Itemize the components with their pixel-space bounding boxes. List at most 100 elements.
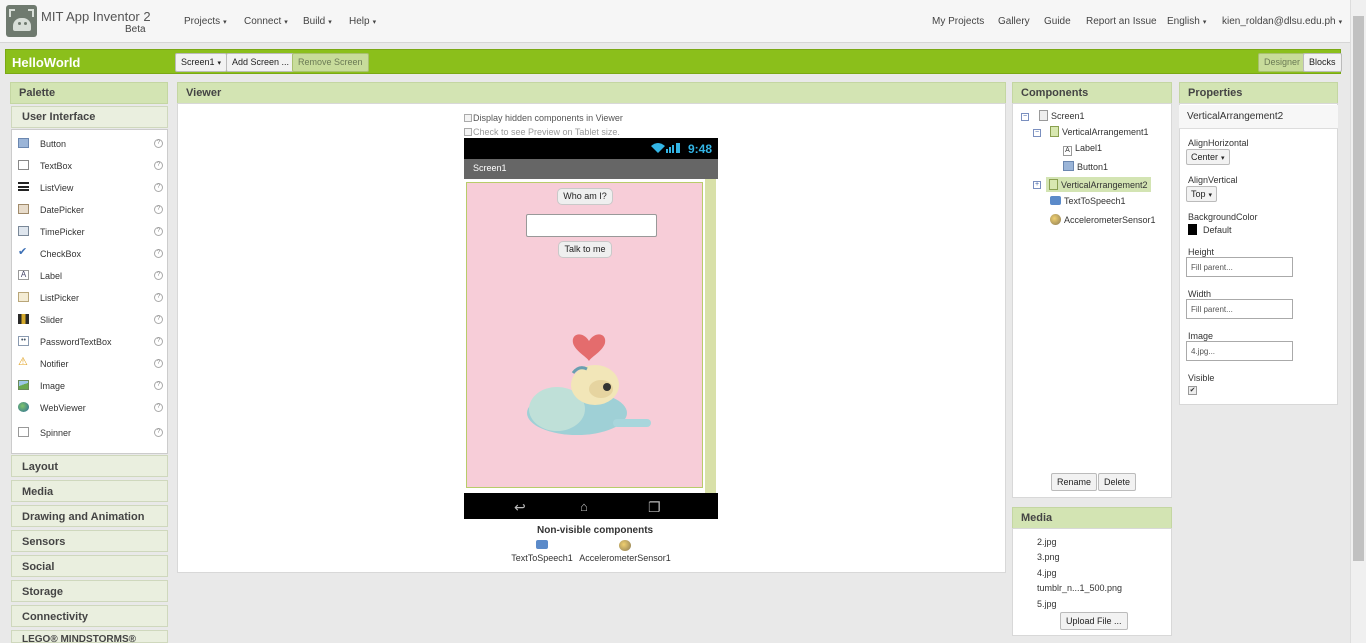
upload-file-button[interactable]: Upload File ...: [1060, 612, 1128, 630]
palette-item-textbox[interactable]: TextBox ?: [12, 155, 167, 175]
palette-category-lego[interactable]: LEGO® MINDSTORMS®: [11, 630, 168, 643]
help-icon[interactable]: ?: [154, 161, 163, 170]
palette-category-layout[interactable]: Layout: [11, 455, 168, 477]
help-icon[interactable]: ?: [154, 428, 163, 437]
nonvisible-accelerometer[interactable]: AccelerometerSensor1: [578, 540, 672, 563]
tree-accelerometersensor1[interactable]: AccelerometerSensor1: [1050, 214, 1156, 225]
visible-checkbox[interactable]: ✔: [1188, 386, 1197, 395]
palette-item-webviewer[interactable]: WebViewer ?: [12, 397, 167, 417]
designer-button[interactable]: Designer: [1258, 53, 1307, 72]
tree-screen1[interactable]: Screen1: [1039, 110, 1085, 121]
tree-verticalarrangement2[interactable]: VerticalArrangement2: [1046, 177, 1151, 192]
android-nav-bar: ↩ ⌂ ❐: [464, 493, 718, 519]
help-icon[interactable]: ?: [154, 403, 163, 412]
palette-category-connectivity[interactable]: Connectivity: [11, 605, 168, 627]
palette-item-slider[interactable]: Slider ?: [12, 309, 167, 329]
chevron-down-icon: ▾: [1202, 19, 1207, 26]
textbox-icon: [18, 160, 29, 170]
height-field[interactable]: Fill parent...: [1186, 257, 1293, 277]
scrollbar-thumb[interactable]: [1353, 16, 1364, 561]
media-file[interactable]: 4.jpg: [1037, 568, 1057, 578]
app-inventor-logo-icon[interactable]: [6, 5, 37, 37]
media-file[interactable]: tumblr_n...1_500.png: [1037, 583, 1122, 593]
help-icon[interactable]: ?: [154, 139, 163, 148]
palette-item-checkbox[interactable]: ✔ CheckBox ?: [12, 243, 167, 263]
help-icon[interactable]: ?: [154, 381, 163, 390]
image-field[interactable]: 4.jpg...: [1186, 341, 1293, 361]
help-icon[interactable]: ?: [154, 227, 163, 236]
link-guide[interactable]: Guide: [1044, 16, 1071, 27]
menu-build[interactable]: Build ▾: [303, 16, 332, 27]
tree-verticalarrangement1[interactable]: VerticalArrangement1: [1050, 126, 1149, 137]
palette-item-passwordtextbox[interactable]: •• PasswordTextBox ?: [12, 331, 167, 351]
palette-category-drawing[interactable]: Drawing and Animation: [11, 505, 168, 527]
palette-category-social[interactable]: Social: [11, 555, 168, 577]
help-icon[interactable]: ?: [154, 183, 163, 192]
tablet-preview-toggle[interactable]: Check to see Preview on Tablet size.: [464, 127, 620, 137]
media-file[interactable]: 3.png: [1037, 552, 1060, 562]
palette-item-notifier[interactable]: ⚠ Notifier ?: [12, 353, 167, 373]
slider-icon: [18, 314, 29, 324]
palette-item-listview[interactable]: ListView ?: [12, 177, 167, 197]
link-gallery[interactable]: Gallery: [998, 16, 1030, 27]
spinner-icon: [18, 427, 29, 437]
backgroundcolor-picker[interactable]: Default: [1188, 224, 1232, 235]
blocks-button[interactable]: Blocks: [1303, 53, 1342, 72]
alignvertical-select[interactable]: Top ▾: [1186, 186, 1218, 202]
menu-projects[interactable]: Projects ▾: [184, 16, 227, 27]
hidden-components-toggle[interactable]: Display hidden components in Viewer: [464, 113, 623, 123]
language-menu[interactable]: English ▾: [1167, 16, 1206, 27]
help-icon[interactable]: ?: [154, 293, 163, 302]
palette-category-user-interface[interactable]: User Interface: [11, 106, 168, 128]
palette-item-datepicker[interactable]: DatePicker ?: [12, 199, 167, 219]
remove-screen-button[interactable]: Remove Screen: [292, 53, 369, 72]
phone-scrollbar[interactable]: [705, 179, 716, 493]
tree-button1[interactable]: Button1: [1063, 161, 1108, 172]
help-icon[interactable]: ?: [154, 337, 163, 346]
menu-connect[interactable]: Connect ▾: [244, 16, 288, 27]
collapse-icon[interactable]: −: [1021, 113, 1029, 121]
vertical-arrangement[interactable]: Who am I? Talk to me: [466, 182, 703, 488]
collapse-icon[interactable]: −: [1033, 129, 1041, 137]
palette-category-media[interactable]: Media: [11, 480, 168, 502]
width-field[interactable]: Fill parent...: [1186, 299, 1293, 319]
page-scrollbar[interactable]: [1350, 0, 1366, 643]
screen-selector[interactable]: Screen1 ▾: [175, 53, 228, 72]
tree-texttospeech1[interactable]: TextToSpeech1: [1050, 196, 1126, 206]
palette-item-image[interactable]: Image ?: [12, 375, 167, 395]
phone-textbox[interactable]: [526, 214, 657, 237]
help-icon[interactable]: ?: [154, 359, 163, 368]
accelerometer-icon: [619, 540, 631, 551]
palette-item-label[interactable]: A Label ?: [12, 265, 167, 285]
help-icon[interactable]: ?: [154, 271, 163, 280]
alignhorizontal-select[interactable]: Center ▾: [1186, 149, 1230, 165]
talk-to-me-button[interactable]: Talk to me: [558, 241, 612, 258]
expand-icon[interactable]: +: [1033, 181, 1041, 189]
beta-label: Beta: [125, 24, 146, 35]
palette-item-listpicker[interactable]: ListPicker ?: [12, 287, 167, 307]
palette-item-button[interactable]: Button ?: [12, 133, 167, 153]
timepicker-icon: [18, 226, 29, 236]
media-file[interactable]: 5.jpg: [1037, 599, 1057, 609]
checkbox[interactable]: [464, 128, 472, 136]
palette-category-storage[interactable]: Storage: [11, 580, 168, 602]
tree-label1[interactable]: A Label1: [1063, 143, 1102, 156]
add-screen-button[interactable]: Add Screen ...: [226, 53, 296, 72]
link-my-projects[interactable]: My Projects: [932, 16, 984, 27]
help-icon[interactable]: ?: [154, 315, 163, 324]
help-icon[interactable]: ?: [154, 205, 163, 214]
palette-category-sensors[interactable]: Sensors: [11, 530, 168, 552]
link-report-issue[interactable]: Report an Issue: [1086, 16, 1157, 27]
who-am-i-button[interactable]: Who am I?: [557, 188, 613, 205]
media-file[interactable]: 2.jpg: [1037, 537, 1057, 547]
delete-button[interactable]: Delete: [1098, 473, 1137, 491]
checkbox[interactable]: [464, 114, 472, 122]
help-icon[interactable]: ?: [154, 249, 163, 258]
palette-item-timepicker[interactable]: TimePicker ?: [12, 221, 167, 241]
nonvisible-texttospeech[interactable]: TextToSpeech1: [510, 540, 574, 563]
rename-button[interactable]: Rename: [1051, 473, 1098, 491]
palette-item-spinner[interactable]: Spinner ?: [12, 422, 167, 442]
menu-help[interactable]: Help ▾: [349, 16, 376, 27]
user-menu[interactable]: kien_roldan@dlsu.edu.ph ▾: [1222, 16, 1342, 27]
recents-icon: ❐: [648, 499, 661, 515]
